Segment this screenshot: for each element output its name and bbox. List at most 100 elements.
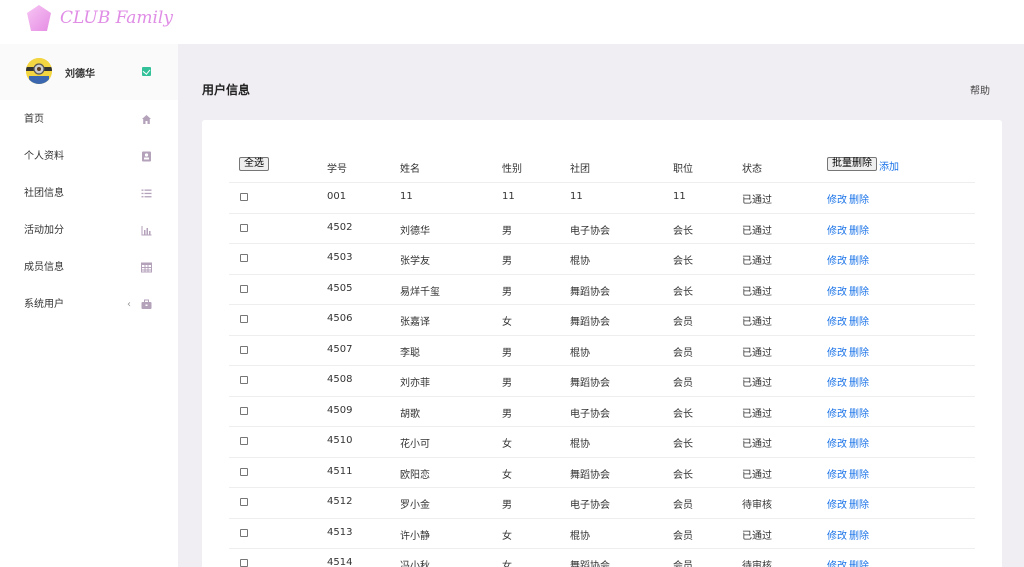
help-link[interactable]: 帮助 bbox=[970, 82, 990, 97]
sidebar-item-profile[interactable]: 个人资料 bbox=[0, 138, 178, 175]
cell-status: 已通过 bbox=[742, 378, 772, 389]
column-header-student-id: 学号 bbox=[327, 164, 347, 175]
table-icon bbox=[141, 262, 152, 273]
edit-link[interactable]: 修改 bbox=[827, 405, 847, 420]
row-checkbox[interactable] bbox=[240, 406, 248, 415]
cell-name: 11 bbox=[400, 191, 413, 202]
delete-link[interactable]: 删除 bbox=[849, 374, 869, 389]
row-checkbox[interactable] bbox=[240, 193, 248, 201]
cell-club: 舞蹈协会 bbox=[570, 561, 610, 567]
column-header-club: 社团 bbox=[570, 164, 590, 175]
cell-club: 电子协会 bbox=[570, 500, 610, 511]
sidebar-item-system-users[interactable]: 系统用户 ‹ bbox=[0, 286, 178, 323]
cell-status: 已通过 bbox=[742, 530, 772, 542]
sidebar-item-label: 个人资料 bbox=[24, 151, 64, 162]
delete-link[interactable]: 删除 bbox=[849, 527, 869, 542]
delete-link[interactable]: 删除 bbox=[849, 557, 869, 567]
delete-link[interactable]: 删除 bbox=[849, 496, 869, 511]
edit-link[interactable]: 修改 bbox=[827, 344, 847, 359]
edit-link[interactable]: 修改 bbox=[827, 252, 847, 267]
sidebar-item-label: 首页 bbox=[24, 114, 44, 125]
pentagon-logo-icon bbox=[27, 5, 51, 31]
cell-gender: 男 bbox=[502, 408, 512, 420]
column-header-status: 状态 bbox=[742, 164, 762, 175]
row-checkbox[interactable] bbox=[240, 559, 248, 567]
sidebar-item-member-info[interactable]: 成员信息 bbox=[0, 249, 178, 286]
cell-gender: 女 bbox=[502, 561, 512, 567]
cell-name: 冯小秋 bbox=[400, 561, 430, 567]
cell-student-id: 4514 bbox=[327, 557, 353, 567]
chevron-left-icon: ‹ bbox=[127, 299, 131, 310]
cell-status: 已通过 bbox=[742, 439, 772, 450]
cell-club: 电子协会 bbox=[570, 408, 610, 420]
edit-link[interactable]: 修改 bbox=[827, 374, 847, 389]
row-checkbox[interactable] bbox=[240, 498, 248, 506]
cell-gender: 男 bbox=[502, 286, 512, 298]
cell-gender: 男 bbox=[502, 378, 512, 389]
row-checkbox[interactable] bbox=[240, 467, 248, 476]
cell-club: 棍协 bbox=[570, 347, 590, 359]
row-checkbox[interactable] bbox=[240, 254, 248, 262]
cell-gender: 女 bbox=[502, 317, 512, 328]
sidebar-item-home[interactable]: 首页 bbox=[0, 101, 178, 138]
edit-link[interactable]: 修改 bbox=[827, 222, 847, 237]
sidebar: 刘德华 首页 个人资料 社团信息 活动加分 成员信息 系统用户 ‹ bbox=[0, 44, 178, 567]
edit-link[interactable]: 修改 bbox=[827, 496, 847, 511]
cell-student-id: 4505 bbox=[327, 282, 353, 294]
row-checkbox[interactable] bbox=[240, 345, 248, 354]
sidebar-item-activity-points[interactable]: 活动加分 bbox=[0, 212, 178, 249]
sidebar-item-club-info[interactable]: 社团信息 bbox=[0, 175, 178, 212]
column-header-gender: 性别 bbox=[502, 164, 522, 175]
cell-club: 舞蹈协会 bbox=[570, 286, 610, 298]
cell-status: 已通过 bbox=[742, 469, 772, 481]
row-checkbox[interactable] bbox=[240, 437, 248, 445]
cell-status: 待审核 bbox=[742, 500, 772, 511]
sidebar-item-label: 成员信息 bbox=[24, 262, 64, 273]
row-checkbox[interactable] bbox=[240, 315, 248, 323]
delete-link[interactable]: 删除 bbox=[849, 222, 869, 237]
delete-link[interactable]: 删除 bbox=[849, 313, 869, 328]
edit-link[interactable]: 修改 bbox=[827, 557, 847, 567]
cell-name: 张学友 bbox=[400, 256, 430, 267]
cell-gender: 男 bbox=[502, 256, 512, 267]
select-all-button[interactable]: 全选 bbox=[239, 157, 269, 171]
sidebar-item-label: 活动加分 bbox=[24, 225, 64, 236]
briefcase-icon bbox=[141, 299, 152, 309]
row-checkbox[interactable] bbox=[240, 376, 248, 384]
cell-gender: 男 bbox=[502, 500, 512, 511]
edit-link[interactable]: 修改 bbox=[827, 527, 847, 542]
row-checkbox[interactable] bbox=[240, 223, 248, 232]
row-checkbox[interactable] bbox=[240, 528, 248, 537]
cell-club: 舞蹈协会 bbox=[570, 317, 610, 328]
cell-name: 张嘉译 bbox=[400, 317, 430, 328]
delete-link[interactable]: 删除 bbox=[849, 466, 869, 481]
delete-link[interactable]: 删除 bbox=[849, 344, 869, 359]
edit-link[interactable]: 修改 bbox=[827, 191, 847, 206]
sidebar-item-label: 系统用户 bbox=[24, 299, 64, 310]
delete-link[interactable]: 删除 bbox=[849, 252, 869, 267]
delete-link[interactable]: 删除 bbox=[849, 435, 869, 450]
home-icon bbox=[142, 115, 151, 124]
cell-club: 舞蹈协会 bbox=[570, 469, 610, 481]
cell-name: 许小静 bbox=[400, 530, 430, 542]
batch-delete-button[interactable]: 批量删除 bbox=[827, 157, 877, 171]
cell-status: 已通过 bbox=[742, 317, 772, 328]
row-checkbox[interactable] bbox=[240, 284, 248, 293]
delete-link[interactable]: 删除 bbox=[849, 283, 869, 298]
cell-gender: 女 bbox=[502, 530, 512, 542]
edit-link[interactable]: 修改 bbox=[827, 435, 847, 450]
cell-gender: 男 bbox=[502, 347, 512, 359]
cell-name: 欧阳恋 bbox=[400, 469, 430, 481]
add-link[interactable]: 添加 bbox=[879, 158, 899, 173]
edit-link[interactable]: 修改 bbox=[827, 283, 847, 298]
cell-student-id: 4503 bbox=[327, 252, 353, 263]
edit-link[interactable]: 修改 bbox=[827, 466, 847, 481]
column-header-name: 姓名 bbox=[400, 164, 420, 175]
bar-chart-icon bbox=[141, 226, 152, 236]
cell-gender: 女 bbox=[502, 439, 512, 450]
delete-link[interactable]: 删除 bbox=[849, 191, 869, 206]
cell-name: 刘亦菲 bbox=[400, 378, 430, 389]
edit-link[interactable]: 修改 bbox=[827, 313, 847, 328]
list-icon bbox=[141, 189, 152, 198]
delete-link[interactable]: 删除 bbox=[849, 405, 869, 420]
